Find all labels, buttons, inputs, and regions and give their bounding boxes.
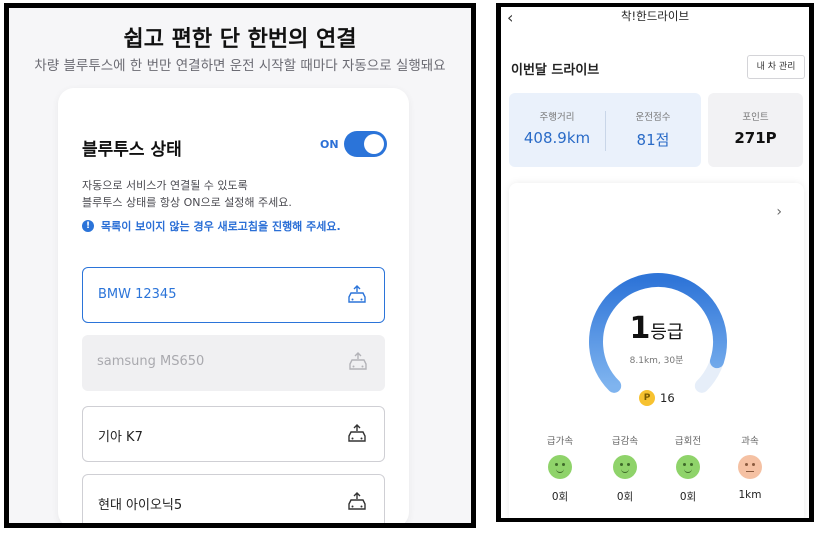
score-stat: 운전점수 81점 <box>605 93 701 167</box>
bluetooth-status-title: 블루투스 상태 <box>82 140 182 160</box>
bluetooth-description: 자동으로 서비스가 연결될 수 있도록 블루투스 상태를 항상 ON으로 설정해… <box>82 177 292 211</box>
metric-value: 0회 <box>679 491 697 503</box>
device-name: BMW 12345 <box>98 287 177 302</box>
refresh-notice: ! 목록이 보이지 않는 경우 새로고침을 진행해 주세요. <box>82 218 341 234</box>
device-name: 기아 K7 <box>98 430 143 445</box>
points-box: 포인트 271P <box>708 93 803 167</box>
device-name: samsung MS650 <box>97 354 205 369</box>
drive-summary-screen: 착!한드라이브 ‹ 이번달 드라이브 내 차 관리 주행거리 408.9km 운… <box>501 7 809 518</box>
metric-label: 급회전 <box>674 436 702 447</box>
grade-unit: 등급 <box>650 322 684 343</box>
toggle-state-label: ON <box>320 138 339 151</box>
metric-value: 0회 <box>551 491 569 503</box>
device-item[interactable]: samsung MS650 <box>82 335 385 391</box>
bluetooth-setup-screen: 쉽고 편한 단 한번의 연결 차량 블루투스에 한 번만 연결하면 운전 시작할… <box>9 8 471 523</box>
drive-stats-box: 주행거리 408.9km 운전점수 81점 <box>509 93 701 167</box>
smiley-face-icon <box>548 455 572 479</box>
metric-value: 0회 <box>616 491 634 503</box>
stat-label: 운전점수 <box>635 112 671 123</box>
page-title: 쉽고 편한 단 한번의 연결 <box>123 27 357 52</box>
chevron-right-icon[interactable]: › <box>776 204 782 220</box>
device-item[interactable]: 현대 아이오닉5 <box>82 474 385 523</box>
metric-label: 급감속 <box>611 436 639 447</box>
toggle-knob <box>364 134 384 154</box>
manage-car-button[interactable]: 내 차 관리 <box>747 55 805 79</box>
distance-stat: 주행거리 408.9km <box>509 93 605 167</box>
info-icon: ! <box>82 220 94 232</box>
device-item[interactable]: BMW 12345 <box>82 267 385 323</box>
metric-hard-braking: 급감속 0회 <box>595 433 655 504</box>
car-connect-icon <box>348 285 366 303</box>
metric-label: 급가속 <box>546 436 574 447</box>
smiley-face-icon <box>676 455 700 479</box>
grade-number: 1 <box>629 311 651 346</box>
metric-value: 1km <box>738 489 762 501</box>
stat-value: 408.9km <box>523 129 591 147</box>
month-drive-title: 이번달 드라이브 <box>511 63 600 78</box>
app-title: 착!한드라이브 <box>620 9 690 23</box>
stat-label: 주행거리 <box>539 112 575 123</box>
metric-speeding: 과속 1km <box>720 433 780 501</box>
earned-points-value: 16 <box>660 391 675 405</box>
points-value: 271P <box>734 129 777 147</box>
back-icon[interactable]: ‹ <box>507 8 513 27</box>
stat-value: 81점 <box>636 131 670 149</box>
points-label: 포인트 <box>742 112 769 123</box>
bluetooth-card: 블루투스 상태 ON 자동으로 서비스가 연결될 수 있도록 블루투스 상태를 … <box>58 88 409 523</box>
bluetooth-toggle[interactable] <box>344 131 387 157</box>
grade-value: 1등급 <box>509 311 804 346</box>
grade-detail: 8.1km, 30분 <box>629 356 684 366</box>
description-line: 블루투스 상태를 항상 ON으로 설정해 주세요. <box>82 196 292 209</box>
device-item[interactable]: 기아 K7 <box>82 406 385 462</box>
description-line: 자동으로 서비스가 연결될 수 있도록 <box>82 179 248 192</box>
metric-sharp-turn: 급회전 0회 <box>658 433 718 504</box>
metric-hard-acceleration: 급가속 0회 <box>530 433 590 504</box>
car-connect-icon <box>348 492 366 510</box>
grade-card[interactable]: › 1등급 8.1km, 30분 P 16 급가속 0회 급감속 0회 급회전 … <box>509 183 804 518</box>
page-subtitle: 차량 블루투스에 한 번만 연결하면 운전 시작할 때마다 자동으로 실행돼요 <box>34 58 446 74</box>
point-coin-icon: P <box>639 390 655 406</box>
neutral-face-icon <box>738 455 762 479</box>
car-connect-icon <box>348 424 366 442</box>
car-connect-icon <box>349 352 367 370</box>
notice-text: 목록이 보이지 않는 경우 새로고침을 진행해 주세요. <box>101 220 341 233</box>
smiley-face-icon <box>613 455 637 479</box>
earned-points: P 16 <box>639 390 675 406</box>
device-name: 현대 아이오닉5 <box>98 498 183 513</box>
metric-label: 과속 <box>741 436 759 447</box>
